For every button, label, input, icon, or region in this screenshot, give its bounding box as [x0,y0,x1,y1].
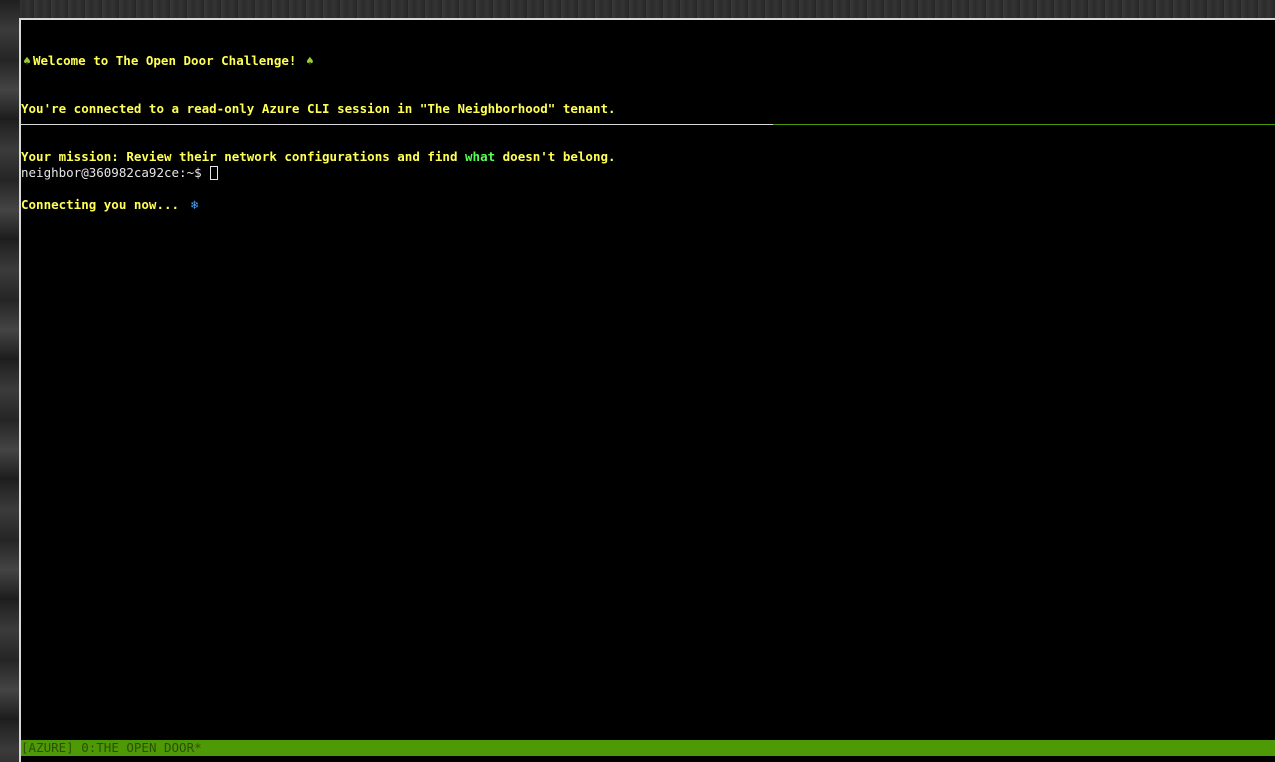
terminal-cursor [209,166,218,180]
terminal-window[interactable]: ♠ Welcome to The Open Door Challenge! ♠ Y… [19,18,1275,762]
pane-divider[interactable] [21,124,1275,125]
banner-welcome-text: Welcome to The Open Door Challenge! [33,53,304,68]
pane-divider-active [773,124,1275,125]
prompt-line[interactable]: neighbor@360982ca92ce:~$ [21,165,1275,181]
desktop-edge [0,0,20,762]
banner-pane[interactable]: ♠ Welcome to The Open Door Challenge! ♠ Y… [21,20,1275,212]
status-session: [AZURE] [21,740,74,755]
ornament-icon: ♠ [23,53,31,68]
pane-divider-inactive [21,124,773,125]
status-window-tab[interactable]: 0:THE OPEN DOOR* [81,740,201,756]
tmux-status-bar: [AZURE] 0:THE OPEN DOOR* [21,740,1275,756]
ornament-icon: ♠ [306,53,314,68]
shell-pane[interactable]: neighbor@360982ca92ce:~$ [21,133,1275,738]
shell-prompt: neighbor@360982ca92ce:~$ [21,165,202,180]
banner-connection-line: You're connected to a read-only Azure CL… [21,101,616,116]
banner-welcome-line: ♠ Welcome to The Open Door Challenge! ♠ [21,53,1275,69]
